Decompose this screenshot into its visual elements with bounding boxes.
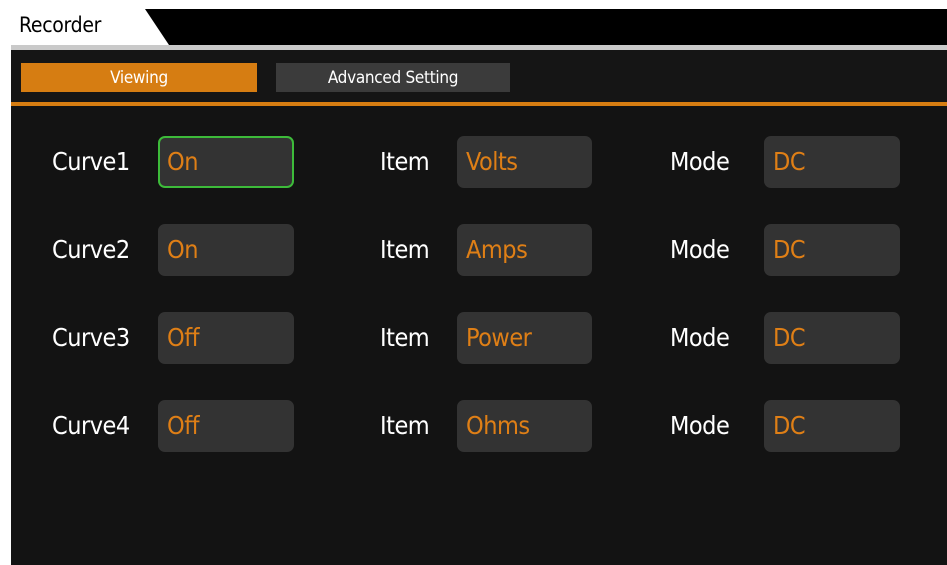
- item-label: Item: [380, 411, 430, 440]
- mode-label: Mode: [670, 147, 730, 176]
- item-field[interactable]: Ohms: [457, 400, 592, 452]
- curve-row-1: Curve1 On Item Volts Mode DC: [11, 136, 947, 188]
- item-label: Item: [380, 147, 430, 176]
- curve-state-field[interactable]: Off: [158, 400, 294, 452]
- curve-label: Curve2: [52, 235, 130, 264]
- curve-label: Curve1: [52, 147, 130, 176]
- curve-label: Curve3: [52, 323, 130, 352]
- tab-advanced-setting[interactable]: Advanced Setting: [276, 63, 510, 92]
- mode-field[interactable]: DC: [764, 224, 900, 276]
- tab-divider: [11, 102, 947, 106]
- item-field[interactable]: Volts: [457, 136, 592, 188]
- curve-state-field[interactable]: On: [158, 224, 294, 276]
- item-label: Item: [380, 323, 430, 352]
- mode-label: Mode: [670, 235, 730, 264]
- tab-viewing[interactable]: Viewing: [21, 63, 257, 92]
- item-label: Item: [380, 235, 430, 264]
- mode-field[interactable]: DC: [764, 400, 900, 452]
- recorder-screen: Recorder Viewing Advanced Setting Curve1…: [11, 9, 947, 565]
- item-field[interactable]: Amps: [457, 224, 592, 276]
- title-tab: Recorder: [11, 9, 169, 45]
- tab-bar: Viewing Advanced Setting: [11, 50, 947, 102]
- mode-label: Mode: [670, 411, 730, 440]
- curve-row-3: Curve3 Off Item Power Mode DC: [11, 312, 947, 364]
- curve-label: Curve4: [52, 411, 130, 440]
- mode-field[interactable]: DC: [764, 312, 900, 364]
- mode-label: Mode: [670, 323, 730, 352]
- curve-state-field[interactable]: On: [158, 136, 294, 188]
- curve-row-4: Curve4 Off Item Ohms Mode DC: [11, 400, 947, 452]
- curve-row-2: Curve2 On Item Amps Mode DC: [11, 224, 947, 276]
- mode-field[interactable]: DC: [764, 136, 900, 188]
- title-bar: Recorder: [11, 9, 947, 45]
- item-field[interactable]: Power: [457, 312, 592, 364]
- window-title: Recorder: [19, 13, 102, 37]
- curve-state-field[interactable]: Off: [158, 312, 294, 364]
